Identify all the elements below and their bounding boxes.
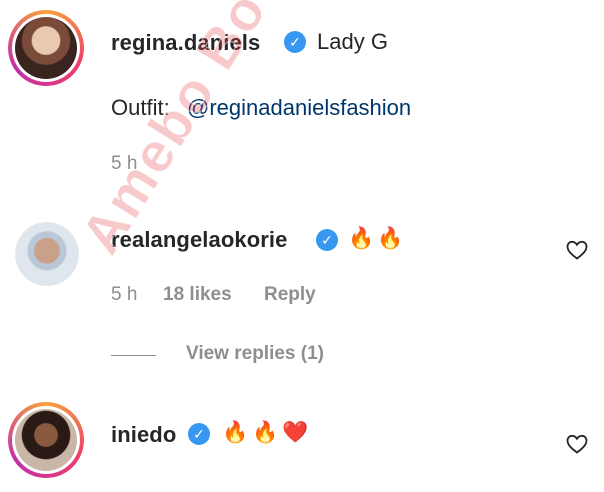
reply-button[interactable]: Reply — [264, 284, 316, 306]
verified-badge-icon: ✓ — [188, 423, 210, 445]
view-replies-button[interactable]: View replies (1) — [186, 343, 324, 365]
like-heart-icon[interactable] — [565, 432, 589, 456]
avatar-photo — [15, 409, 77, 471]
avatar-realangelaokorie[interactable] — [15, 222, 79, 286]
mention-link[interactable]: @reginadanielsfashion — [187, 95, 411, 121]
comment-outfit-label: Outfit: — [111, 95, 170, 120]
fire-emoji: 🔥 — [252, 421, 279, 444]
fire-emoji: 🔥 — [348, 227, 375, 250]
username-regina-daniels[interactable]: regina.daniels — [111, 30, 260, 56]
comment-timestamp: 5 h — [111, 284, 138, 305]
avatar-iniedo[interactable] — [8, 402, 84, 478]
verified-badge-icon: ✓ — [284, 31, 306, 53]
comment-timestamp: 5 h — [111, 153, 138, 174]
verified-badge-icon: ✓ — [316, 229, 338, 251]
like-heart-icon[interactable] — [565, 238, 589, 262]
avatar-regina-daniels[interactable] — [8, 10, 84, 86]
username-realangelaokorie[interactable]: realangelaokorie — [111, 227, 287, 253]
comment-text: Lady G — [317, 29, 388, 54]
view-replies-divider — [111, 355, 156, 356]
fire-emoji: 🔥 — [377, 227, 404, 250]
avatar-photo — [15, 222, 79, 286]
likes-count[interactable]: 18 likes — [163, 284, 232, 306]
avatar-ring — [12, 14, 80, 82]
avatar-ring — [12, 406, 80, 474]
avatar-photo — [15, 17, 77, 79]
username-iniedo[interactable]: iniedo — [111, 422, 176, 448]
fire-emoji: 🔥 — [222, 421, 249, 444]
heart-emoji: ❤️ — [282, 421, 309, 444]
